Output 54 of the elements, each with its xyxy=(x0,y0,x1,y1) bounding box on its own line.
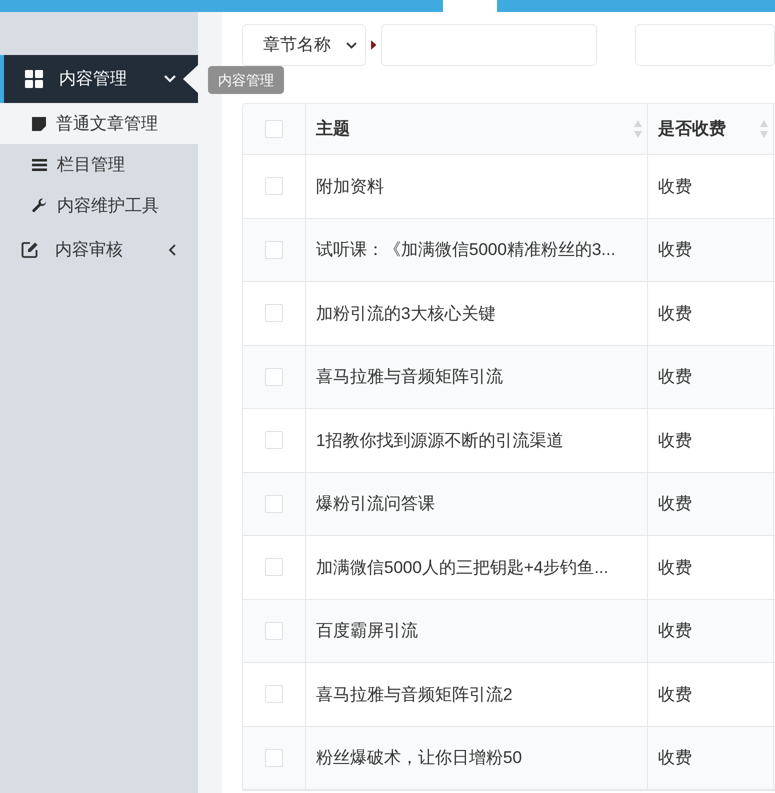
chevron-down-icon xyxy=(164,75,176,83)
row-checkbox[interactable] xyxy=(265,622,283,640)
wrench-icon xyxy=(32,198,47,213)
table-cell-text: 加粉引流的3大核心关键 xyxy=(316,302,496,324)
table-cell-text: 收费 xyxy=(658,302,692,324)
select-all-checkbox[interactable] xyxy=(265,120,283,138)
row-checkbox[interactable] xyxy=(265,685,283,704)
column-header: 主题 xyxy=(316,118,350,140)
row-checkbox[interactable] xyxy=(265,368,283,386)
table-cell-text: 收费 xyxy=(658,556,692,578)
row-checkbox[interactable] xyxy=(265,494,283,513)
row-checkbox[interactable] xyxy=(265,240,283,259)
table-cell-text: 百度霸屏引流 xyxy=(316,620,418,642)
table-cell-text: 加满微信5000人的三把钥匙+4步钓鱼... xyxy=(316,556,608,578)
caret-right-icon xyxy=(370,40,376,50)
table-cell-text: 1招教你找到源源不断的引流渠道 xyxy=(316,430,564,452)
row-checkbox[interactable] xyxy=(265,304,283,322)
list-icon xyxy=(32,158,47,170)
row-checkbox[interactable] xyxy=(265,177,283,196)
submenu-item[interactable]: 内容维护工具 xyxy=(0,185,198,226)
table-cell-text: 收费 xyxy=(658,684,692,706)
search-field[interactable] xyxy=(634,24,775,66)
table-cell-text: 粉丝爆破术，让你日增粉50 xyxy=(316,747,522,769)
table-cell-text: 喜马拉雅与音频矩阵引流2 xyxy=(316,684,512,706)
table-cell-text: 试听课：《加满微信5000精准粉丝的3... xyxy=(316,239,616,261)
tooltip: 内容管理 xyxy=(208,66,284,94)
chevron-down-icon xyxy=(346,42,357,48)
chapter-select[interactable]: 章节名称 xyxy=(242,24,366,66)
row-checkbox[interactable] xyxy=(265,748,283,767)
active-tab[interactable] xyxy=(443,0,497,12)
table-cell-text: 收费 xyxy=(658,747,692,769)
row-checkbox[interactable] xyxy=(265,558,283,576)
sort-icon[interactable] xyxy=(759,119,769,139)
sort-icon[interactable] xyxy=(633,119,643,139)
row-checkbox[interactable] xyxy=(265,431,283,450)
submenu-item[interactable]: 栏目管理 xyxy=(0,144,198,185)
table-cell-text: 收费 xyxy=(658,176,692,198)
sidebar-item[interactable]: 内容管理 xyxy=(0,55,198,103)
table-cell-text: 收费 xyxy=(658,239,692,261)
table-cell-text: 收费 xyxy=(658,493,692,515)
column-header: 是否收费 xyxy=(658,118,726,140)
table-cell-text: 爆粉引流问答课 xyxy=(316,493,435,515)
chevron-left-icon xyxy=(168,244,176,256)
submenu-item[interactable]: 普通文章管理 xyxy=(0,103,198,144)
table-cell-text: 收费 xyxy=(658,620,692,642)
sidebar-item[interactable]: 内容审核 xyxy=(0,226,198,274)
table-cell-text: 附加资料 xyxy=(316,176,384,198)
table-cell-text: 收费 xyxy=(658,430,692,452)
grid-icon xyxy=(25,70,43,88)
search-field[interactable] xyxy=(381,24,597,66)
edit-icon xyxy=(21,241,39,259)
table-cell-text: 收费 xyxy=(658,366,692,388)
table-cell-text: 喜马拉雅与音频矩阵引流 xyxy=(316,366,503,388)
note-icon xyxy=(32,116,46,130)
